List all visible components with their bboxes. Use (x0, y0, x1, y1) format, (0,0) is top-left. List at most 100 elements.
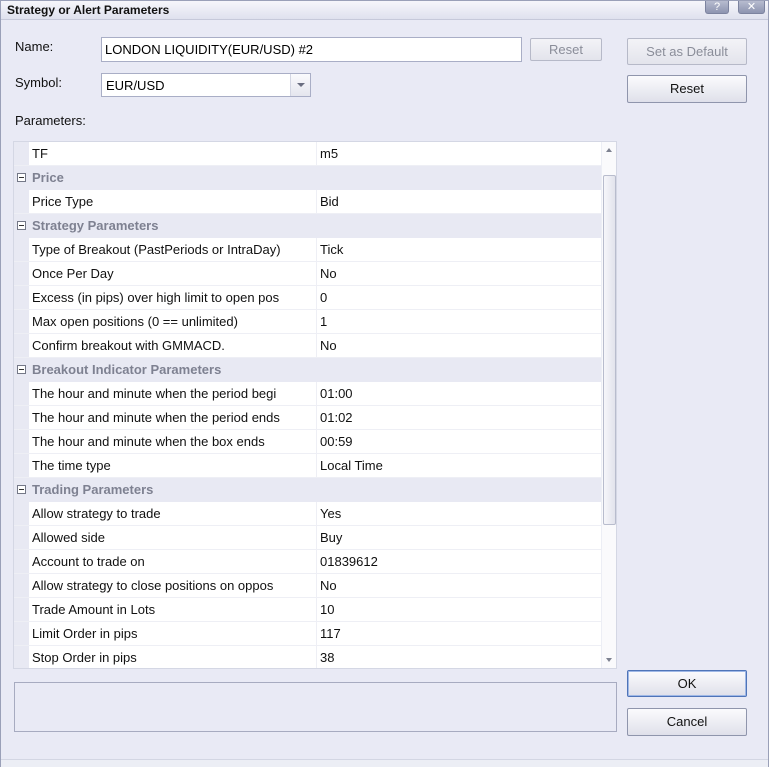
row-gutter (14, 502, 29, 525)
scroll-up-arrow-icon[interactable] (602, 142, 616, 158)
grid-scrollbar[interactable] (601, 142, 616, 668)
cancel-button[interactable]: Cancel (627, 708, 747, 736)
row-gutter (14, 646, 29, 668)
property-row[interactable]: Once Per Day No (14, 262, 601, 286)
grid-rows: TF m5 Price Price Type Bid Strategy Parameter… (14, 142, 601, 668)
property-row[interactable]: Type of Breakout (PastPeriods or IntraDa… (14, 238, 601, 262)
property-name: Account to trade on (32, 550, 317, 573)
property-row[interactable]: Max open positions (0 == unlimited) 1 (14, 310, 601, 334)
property-value[interactable]: 00:59 (320, 430, 601, 453)
chevron-down-icon[interactable] (290, 74, 310, 96)
symbol-select[interactable]: EUR/USD (101, 73, 311, 97)
property-value[interactable]: Local Time (320, 454, 601, 477)
row-gutter (14, 574, 29, 597)
category-row[interactable]: Trading Parameters (14, 478, 601, 502)
property-name: Allow strategy to close positions on opp… (32, 574, 317, 597)
property-name: Allow strategy to trade (32, 502, 317, 525)
row-gutter (14, 286, 29, 309)
strategy-parameters-dialog: Strategy or Alert Parameters ? ✕ Name: L… (0, 0, 769, 767)
title-bar[interactable]: Strategy or Alert Parameters ? ✕ (1, 1, 768, 20)
category-row[interactable]: Strategy Parameters (14, 214, 601, 238)
property-value[interactable]: 38 (320, 646, 601, 668)
property-row[interactable]: The hour and minute when the box ends 00:… (14, 430, 601, 454)
row-gutter (14, 190, 29, 213)
property-row[interactable]: The hour and minute when the period begi… (14, 382, 601, 406)
property-row[interactable]: Allow strategy to close positions on opp… (14, 574, 601, 598)
property-value[interactable]: Yes (320, 502, 601, 525)
property-value[interactable]: 117 (320, 622, 601, 645)
property-name: Confirm breakout with GMMACD. (32, 334, 317, 357)
property-row[interactable]: The time type Local Time (14, 454, 601, 478)
scroll-down-arrow-icon[interactable] (602, 652, 616, 668)
scroll-thumb[interactable] (603, 175, 616, 525)
symbol-value: EUR/USD (106, 78, 165, 93)
symbol-label: Symbol: (15, 75, 62, 90)
property-name: Trade Amount in Lots (32, 598, 317, 621)
row-gutter (14, 526, 29, 549)
property-value[interactable]: 10 (320, 598, 601, 621)
property-row[interactable]: The hour and minute when the period ends… (14, 406, 601, 430)
description-panel (14, 682, 617, 732)
collapse-icon[interactable] (17, 485, 26, 494)
property-row[interactable]: Allowed side Buy (14, 526, 601, 550)
property-row[interactable]: Price Type Bid (14, 190, 601, 214)
collapse-icon[interactable] (17, 173, 26, 182)
category-row[interactable]: Price (14, 166, 601, 190)
row-gutter (14, 238, 29, 261)
close-button[interactable]: ✕ (738, 1, 765, 14)
window-title: Strategy or Alert Parameters (7, 3, 170, 17)
collapse-icon[interactable] (17, 221, 26, 230)
name-input[interactable]: LONDON LIQUIDITY(EUR/USD) #2 (101, 37, 522, 62)
set-as-default-button[interactable]: Set as Default (627, 38, 747, 65)
property-value[interactable]: 01839612 (320, 550, 601, 573)
close-icon: ✕ (746, 1, 757, 13)
row-gutter (14, 622, 29, 645)
row-gutter (14, 598, 29, 621)
property-row[interactable]: Trade Amount in Lots 10 (14, 598, 601, 622)
row-gutter (14, 142, 29, 165)
property-name: The hour and minute when the period begi (32, 382, 317, 405)
category-title: Price (32, 170, 64, 185)
name-label: Name: (15, 39, 54, 54)
property-row[interactable]: Account to trade on 01839612 (14, 550, 601, 574)
property-row[interactable]: TF m5 (14, 142, 601, 166)
row-gutter (14, 406, 29, 429)
reset-button[interactable]: Reset (627, 75, 747, 103)
property-name: Once Per Day (32, 262, 317, 285)
row-gutter (14, 550, 29, 573)
property-row[interactable]: Confirm breakout with GMMACD. No (14, 334, 601, 358)
property-name: The time type (32, 454, 317, 477)
property-value[interactable]: 01:02 (320, 406, 601, 429)
property-value[interactable]: 1 (320, 310, 601, 333)
property-name: Stop Order in pips (32, 646, 317, 668)
property-row[interactable]: Allow strategy to trade Yes (14, 502, 601, 526)
parameters-grid[interactable]: TF m5 Price Price Type Bid Strategy Parameter… (13, 141, 617, 669)
property-value[interactable]: Bid (320, 190, 601, 213)
category-title: Trading Parameters (32, 482, 154, 497)
property-row[interactable]: Limit Order in pips 117 (14, 622, 601, 646)
ok-button[interactable]: OK (627, 670, 747, 697)
category-title: Breakout Indicator Parameters (32, 362, 222, 377)
property-value[interactable]: No (320, 334, 601, 357)
help-button[interactable]: ? (705, 1, 729, 14)
collapse-icon[interactable] (17, 365, 26, 374)
property-name: Limit Order in pips (32, 622, 317, 645)
row-gutter (14, 334, 29, 357)
property-row[interactable]: Excess (in pips) over high limit to open… (14, 286, 601, 310)
property-value[interactable]: Buy (320, 526, 601, 549)
property-value[interactable]: 01:00 (320, 382, 601, 405)
property-name: Type of Breakout (PastPeriods or IntraDa… (32, 238, 317, 261)
category-row[interactable]: Breakout Indicator Parameters (14, 358, 601, 382)
property-name: Max open positions (0 == unlimited) (32, 310, 317, 333)
property-value[interactable]: Tick (320, 238, 601, 261)
property-value[interactable]: 0 (320, 286, 601, 309)
row-gutter (14, 382, 29, 405)
property-row[interactable]: Stop Order in pips 38 (14, 646, 601, 668)
row-gutter (14, 310, 29, 333)
property-value[interactable]: m5 (320, 142, 601, 165)
name-reset-button[interactable]: Reset (530, 38, 602, 61)
row-gutter (14, 430, 29, 453)
property-value[interactable]: No (320, 262, 601, 285)
property-value[interactable]: No (320, 574, 601, 597)
parameters-label: Parameters: (15, 113, 86, 128)
